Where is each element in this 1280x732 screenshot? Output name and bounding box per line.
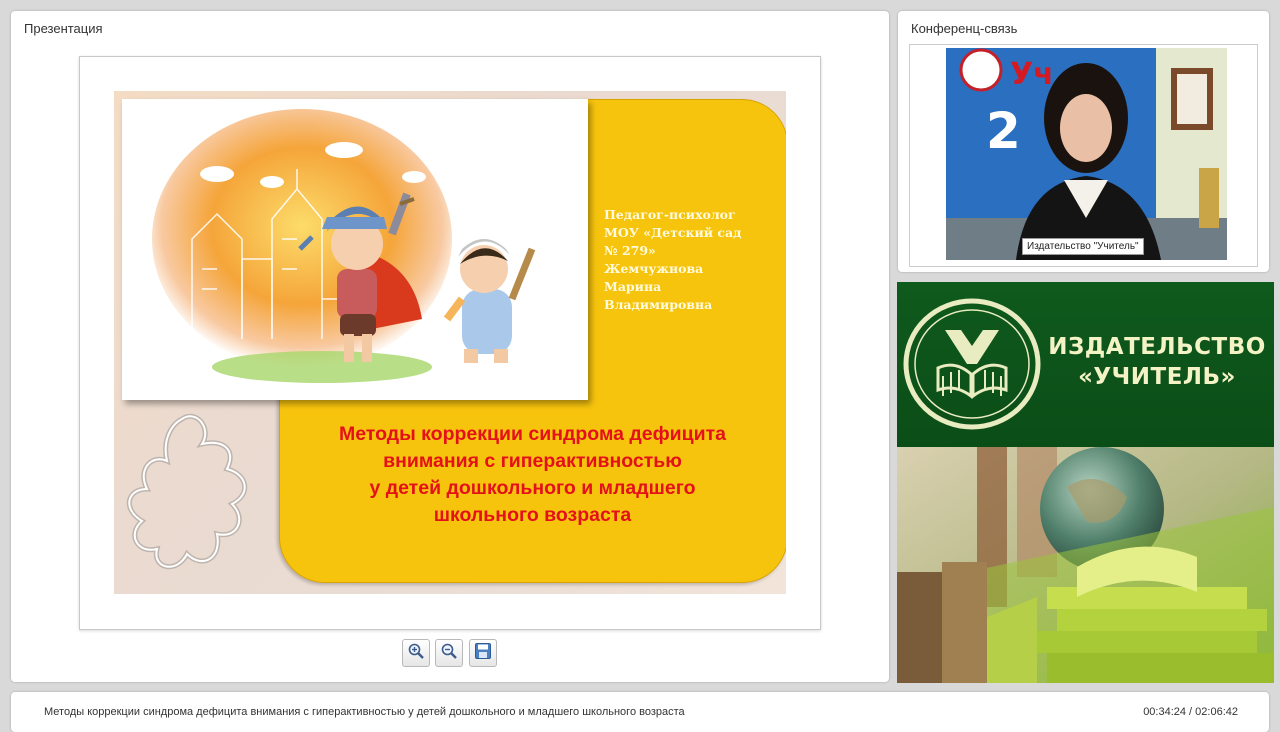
footer-title: Методы коррекции синдрома дефицита внима…	[44, 706, 685, 718]
conference-panel: Конференц-связь Уч 2 Издательство "Учите…	[898, 11, 1269, 272]
zoom-out-button[interactable]	[435, 639, 463, 667]
svg-text:Уч: Уч	[1010, 57, 1054, 92]
publisher-name: ИЗДАТЕЛЬСТВО «УЧИТЕЛЬ»	[1048, 334, 1266, 390]
zoom-in-button[interactable]	[402, 639, 430, 667]
video-caption: Издательство "Учитель"	[1022, 238, 1144, 255]
presentation-panel: Презентация Педагог-психолог МОУ «Детски…	[11, 11, 889, 682]
svg-text:2: 2	[986, 102, 1021, 160]
slide-illustration	[122, 99, 588, 400]
books-globe-image	[897, 447, 1274, 683]
puzzle-decoration	[122, 409, 282, 589]
save-icon	[474, 642, 492, 665]
video-container: Уч 2 Издательство "Учитель"	[909, 44, 1258, 267]
playback-time: 00:34:24 / 02:06:42	[1143, 706, 1238, 718]
slide-viewer[interactable]: Педагог-психолог МОУ «Детский сад № 279»…	[79, 56, 821, 630]
zoom-out-icon	[440, 642, 458, 665]
video-feed[interactable]: Уч 2 Издательство "Учитель"	[946, 48, 1227, 260]
publisher-banner: ИЗДАТЕЛЬСТВО «УЧИТЕЛЬ»	[897, 282, 1274, 447]
zoom-in-icon	[407, 642, 425, 665]
slide-title: Методы коррекции синдрома дефицита внима…	[338, 423, 727, 526]
presentation-panel-title: Презентация	[24, 21, 103, 36]
publisher-logo-icon	[903, 298, 1041, 435]
footer-bar: Методы коррекции синдрома дефицита внима…	[11, 692, 1269, 732]
save-button[interactable]	[469, 639, 497, 667]
conference-panel-title: Конференц-связь	[911, 21, 1018, 36]
slide-author: Педагог-психолог МОУ «Детский сад № 279»…	[604, 207, 742, 312]
slide: Педагог-психолог МОУ «Детский сад № 279»…	[114, 91, 786, 594]
